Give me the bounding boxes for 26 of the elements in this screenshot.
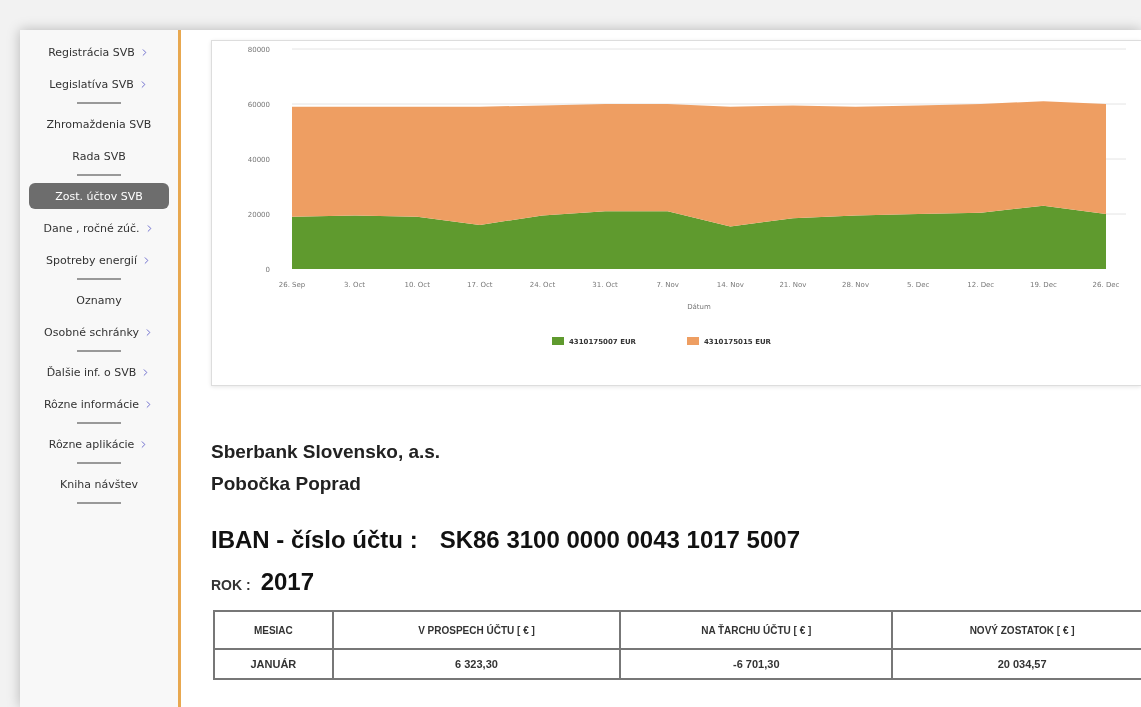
sidebar-item[interactable]: Rôzne informácie [29,391,169,417]
bank-name: Sberbank Slovensko, a.s. [211,440,442,464]
column-header: NOVÝ ZOSTATOK [ € ] [892,611,1141,649]
sidebar-item[interactable]: Zost. účtov SVB [29,183,169,209]
column-header: MESIAC [214,611,333,649]
column-header: V PROSPECH ÚČTU [ € ] [332,611,621,649]
sidebar-item[interactable]: Zhromaždenia SVB [29,111,169,137]
table-cell: -6 701,30 [620,649,893,679]
iban-label: IBAN - číslo účtu : [211,526,418,554]
iban-value: SK86 3100 0000 0043 1017 5007 [439,526,800,554]
sidebar-item[interactable]: Rada SVB [29,143,169,169]
sidebar-item[interactable]: Ďalšie inf. o SVB [29,359,169,385]
table-cell: 6 323,30 [332,649,621,679]
year-value: 2017 [260,568,315,596]
column-header: NA ŤARCHU ÚČTU [ € ] [620,611,893,649]
table-cell: JANUÁR [214,649,333,679]
sidebar-item[interactable]: Dane , ročné zúč. [29,215,169,241]
sidebar-item[interactable]: Spotreby energií [29,247,169,273]
sidebar-item[interactable]: Osobné schránky [29,319,169,345]
sidebar-item[interactable]: Oznamy [29,287,169,313]
sidebar-item[interactable]: Kniha návštev [29,471,169,497]
branch-name: Pobočka Poprad [211,472,362,496]
sidebar-item[interactable]: Rôzne aplikácie [29,431,169,457]
year-label: ROK : [211,577,251,593]
sidebar-item[interactable]: Registrácia SVB [29,39,169,65]
sidebar-item[interactable]: Legislatíva SVB [29,71,169,97]
